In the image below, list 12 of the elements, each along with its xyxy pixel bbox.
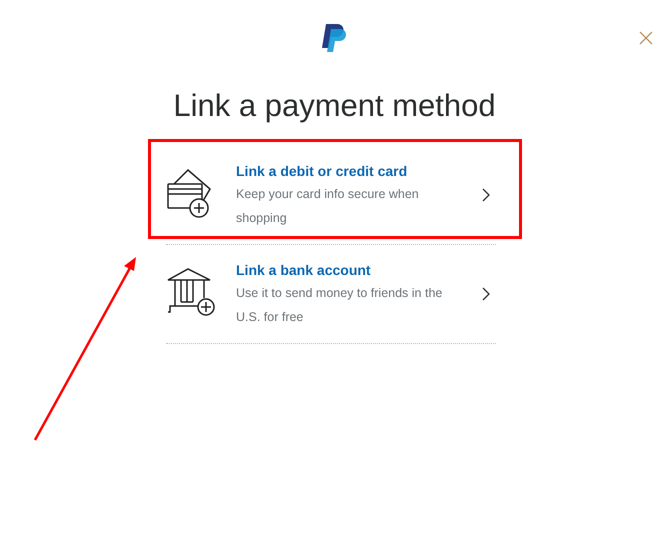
page-title: Link a payment method (172, 87, 497, 125)
close-button[interactable] (638, 30, 654, 46)
payment-option[interactable]: Link a bank account Use it to send money to friends in the U.S. for free (166, 245, 496, 343)
chevron-right-icon (482, 188, 490, 202)
chevron-right-icon (482, 287, 490, 301)
option-title: Link a bank account (236, 261, 372, 280)
option-description: Keep your card info secure when shopping (236, 186, 420, 227)
payment-option[interactable]: Link a debit or credit card Keep your card info secure when shopping (166, 146, 496, 244)
logo-icon (322, 24, 348, 52)
option-description: Use it to send money to friends in the U.S. for free (236, 285, 444, 326)
close-icon (638, 30, 654, 46)
option-title: Link a debit or credit card (236, 162, 408, 181)
